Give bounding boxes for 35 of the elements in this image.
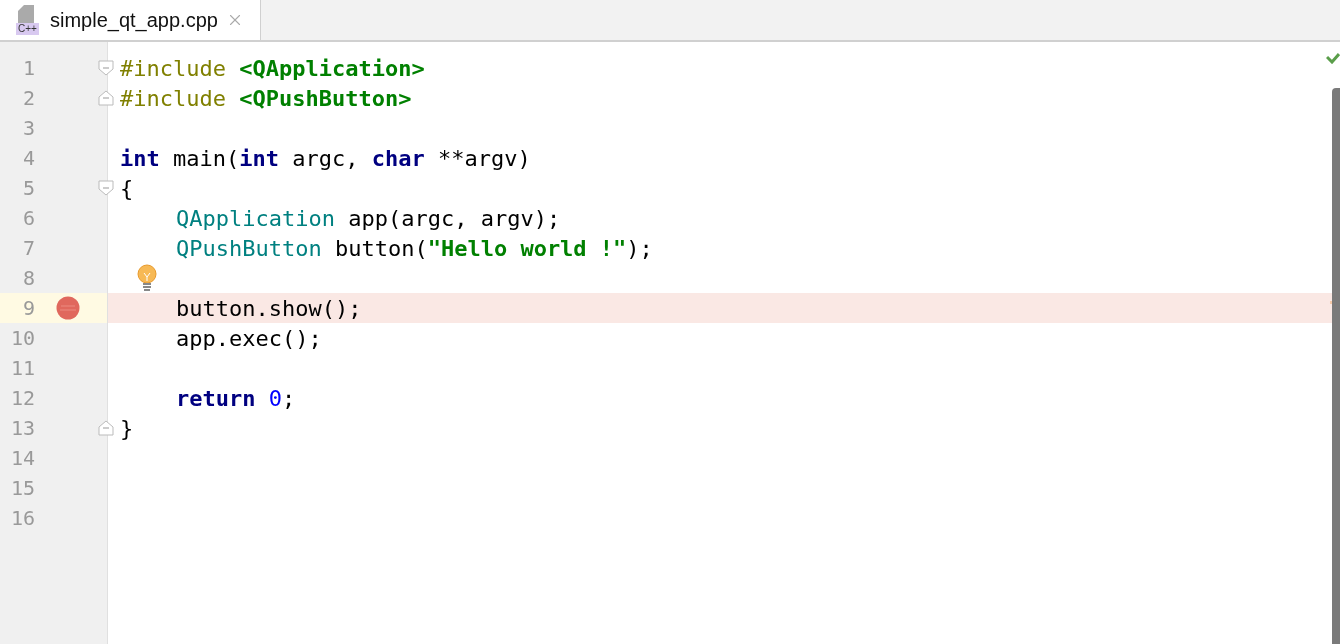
code-line: #include <QApplication> [120,55,425,81]
code-line: #include <QPushButton> [120,85,412,111]
fold-icon[interactable] [98,180,114,196]
line-number: 2 [22,86,35,110]
line-number: 4 [22,146,35,170]
code-line: { [120,175,134,201]
code-line: QApplication app(argc, argv); [176,205,561,231]
scrollbar[interactable] [1332,88,1340,644]
line-number: 3 [22,116,35,140]
line-number: 15 [10,476,35,500]
fold-icon[interactable] [98,60,114,76]
code-line: } [120,415,134,441]
code-line: return 0; [176,385,296,411]
line-number: 5 [22,176,35,200]
line-number: 13 [10,416,35,440]
line-number: 16 [10,506,35,530]
line-number: 9 [22,296,35,320]
line-number: 14 [10,446,35,470]
tab-title[interactable]: simple_qt_app.cpp [50,8,218,32]
unfold-icon[interactable] [98,420,114,436]
line-number: 8 [22,266,35,290]
line-number: 10 [10,326,35,350]
check-icon [1326,52,1340,64]
line-number: 12 [10,386,35,410]
line-number: 11 [10,356,35,380]
line-number: 1 [22,56,35,80]
code-line: int main(int argc, char **argv) [120,145,531,171]
code-line: button.show(); [176,295,362,321]
code-line: app.exec(); [176,325,322,351]
breakpoint-icon[interactable] [56,296,80,320]
unfold-icon[interactable] [98,90,114,106]
line-number: 7 [22,236,35,260]
line-number: 6 [22,206,35,230]
code-line: QPushButton button("Hello world !"); [176,235,653,261]
lightbulb-icon[interactable] [136,264,158,292]
